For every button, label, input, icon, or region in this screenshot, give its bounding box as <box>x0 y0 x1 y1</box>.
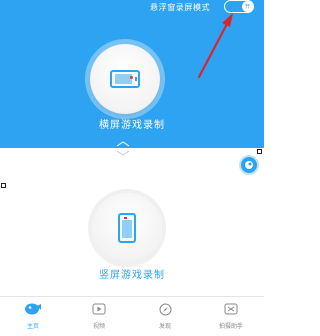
corner-marker <box>257 149 262 154</box>
nav-item-video[interactable]: 视频 <box>66 297 132 336</box>
floating-ball-button[interactable] <box>239 155 259 175</box>
chevron-down-icon <box>116 150 130 156</box>
float-mode-toggle[interactable]: 开 <box>224 0 254 13</box>
nav-label-discover: 发现 <box>158 323 171 330</box>
home-icon <box>25 301 41 317</box>
portrait-record-button[interactable] <box>92 193 162 263</box>
landscape-record-button[interactable] <box>90 44 160 114</box>
bottom-nav: 主页 视频 发现 拍摄助手 <box>0 296 264 336</box>
portrait-phone-icon <box>118 213 136 243</box>
landscape-phone-icon <box>110 70 140 88</box>
landscape-record-label[interactable]: 横屏游戏录制 <box>0 116 264 131</box>
nav-label-home: 主页 <box>26 323 39 330</box>
video-icon <box>91 301 107 317</box>
chevron-up-icon <box>116 141 130 147</box>
nav-item-discover[interactable]: 发现 <box>132 297 198 336</box>
toggle-knob: 开 <box>242 1 253 12</box>
nav-label-video: 视频 <box>92 323 105 330</box>
float-mode-label: 悬浮窗录屏模式 <box>150 3 211 12</box>
nav-label-shoot-helper: 拍摄助手 <box>218 323 243 330</box>
portrait-record-label[interactable]: 竖屏游戏录制 <box>0 266 264 281</box>
corner-marker <box>1 183 6 188</box>
nav-item-home[interactable]: 主页 <box>0 297 66 336</box>
floating-ball-icon <box>245 161 253 169</box>
nav-item-shoot-helper[interactable]: 拍摄助手 <box>198 297 264 336</box>
shoot-helper-icon <box>223 301 239 317</box>
compass-icon <box>157 301 173 317</box>
